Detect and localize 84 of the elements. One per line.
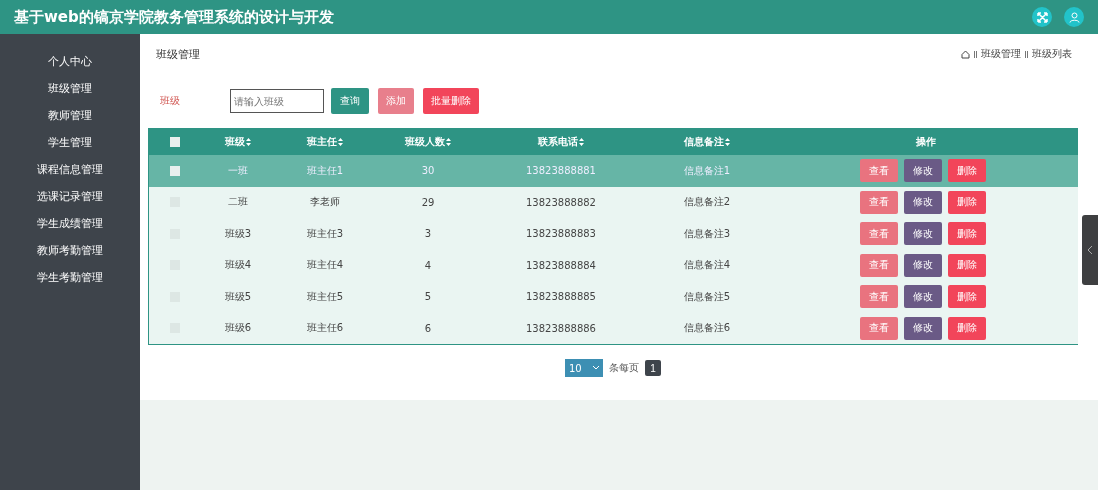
delete-button[interactable]: 删除 [947,222,986,246]
sidebar-item[interactable]: 教师考勤管理 [37,237,103,264]
table-cell-text: 信息备注3 [682,226,732,241]
page-size-select[interactable]: 10 [565,359,603,377]
breadcrumb-item[interactable]: 班级管理 [981,47,1021,61]
table-cell-text: 班主任1 [305,163,345,178]
edit-button[interactable]: 修改 [903,222,942,246]
sidebar-item[interactable]: 选课记录管理 [37,183,103,210]
sidebar-item[interactable]: 学生管理 [48,129,92,156]
table-cell-text: 信息备注5 [682,289,732,304]
field-label: 班级 [159,94,181,108]
home-icon[interactable] [961,49,970,59]
table-cell-text: 信息备注1 [682,163,732,178]
chevron-left-icon[interactable] [1087,246,1093,254]
table-cell-text: 6 [423,322,433,334]
checkbox[interactable] [170,165,180,176]
delete-button[interactable]: 删除 [947,316,986,340]
edit-button[interactable]: 修改 [903,190,942,214]
sort-icon[interactable] [579,138,584,146]
column-header[interactable]: 班级人数 [405,135,445,149]
table-cell-text: 信息备注4 [682,258,732,273]
sidebar-item[interactable]: 班级管理 [48,75,92,102]
page-size-label: 条每页 [609,361,639,375]
table-cell-text: 班主任6 [305,321,345,336]
table-cell-text: 班级3 [223,226,253,241]
table-cell-text: 13823888885 [525,291,597,303]
page-button[interactable]: 1 [645,360,661,376]
table-row[interactable]: 班级6 班主任6 6 13823888886 信息备注6 查看 修改 删除 [149,312,1078,344]
sort-icon[interactable] [725,138,730,146]
query-button[interactable]: 查询 [331,88,369,114]
app-title: 基于web的镐京学院教务管理系统的设计与开发 [14,7,335,27]
class-input[interactable]: 请输入班级 [230,89,324,113]
edit-button[interactable]: 修改 [903,253,942,277]
table-cell-text: 二班 [227,195,249,210]
delete-button[interactable]: 删除 [947,190,986,214]
edit-button[interactable]: 修改 [903,159,942,183]
table-row[interactable]: 班级5 班主任5 5 13823888885 信息备注5 查看 修改 删除 [149,281,1078,313]
table-cell-text: 信息备注6 [682,321,732,336]
table-cell-text: 3 [423,228,433,240]
breadcrumb-item: 班级列表 [1032,47,1072,61]
delete-button[interactable]: 删除 [947,253,986,277]
table-row[interactable]: 一班 班主任1 30 13823888881 信息备注1 查看 修改 删除 [149,155,1078,187]
table-cell-text: 李老师 [309,195,341,210]
table-cell-text: 13823888883 [525,228,597,240]
column-header[interactable]: 信息备注 [684,135,724,149]
table-cell-text: 4 [423,259,433,271]
delete-button[interactable]: 删除 [947,285,986,309]
table-cell-text: 班主任3 [305,226,345,241]
table-row[interactable]: 班级4 班主任4 4 13823888884 信息备注4 查看 修改 删除 [149,249,1078,281]
table-cell-text: 5 [423,291,433,303]
table-cell-text: 班主任5 [305,289,345,304]
sidebar-item[interactable]: 个人中心 [48,48,92,75]
delete-button[interactable]: 批量删除 [423,88,479,114]
edit-button[interactable]: 修改 [903,316,942,340]
column-header[interactable]: 班级 [225,135,245,149]
table-cell-text: 29 [420,196,436,208]
edit-button[interactable]: 修改 [903,285,942,309]
table-cell-text: 班级5 [223,289,253,304]
column-header[interactable]: 班主任 [307,135,337,149]
page-title: 班级管理 [156,46,201,62]
sort-icon[interactable] [246,138,251,146]
column-header: 操作 [915,135,936,149]
chevron-down-icon[interactable] [593,366,599,370]
table-cell-text: 30 [420,165,436,177]
column-header[interactable]: 联系电话 [538,135,578,149]
sidebar-item[interactable]: 课程信息管理 [37,156,103,183]
sidebar-item[interactable]: 学生成绩管理 [37,210,103,237]
table-cell-text: 13823888884 [525,259,597,271]
sort-icon[interactable] [338,138,343,146]
table-cell-text: 13823888881 [525,165,597,177]
table-cell-text: 一班 [227,163,249,178]
sort-icon[interactable] [446,138,451,146]
table-row[interactable]: 二班 李老师 29 13823888882 信息备注2 查看 修改 删除 [149,186,1078,218]
sidebar-item[interactable]: 教师管理 [48,102,92,129]
table-cell-text: 班主任4 [305,258,345,273]
table-cell-text: 班级4 [223,258,253,273]
table-cell-text: 13823888886 [525,322,597,334]
table-cell-text: 13823888882 [525,196,597,208]
table-cell-text: 信息备注2 [682,195,732,210]
sidebar-item[interactable]: 学生考勤管理 [37,264,103,291]
table-cell-text: 班级6 [223,321,253,336]
delete-button[interactable]: 删除 [947,159,986,183]
table-row[interactable]: 班级3 班主任3 3 13823888883 信息备注3 查看 修改 删除 [149,218,1078,250]
checkbox[interactable] [170,137,180,147]
